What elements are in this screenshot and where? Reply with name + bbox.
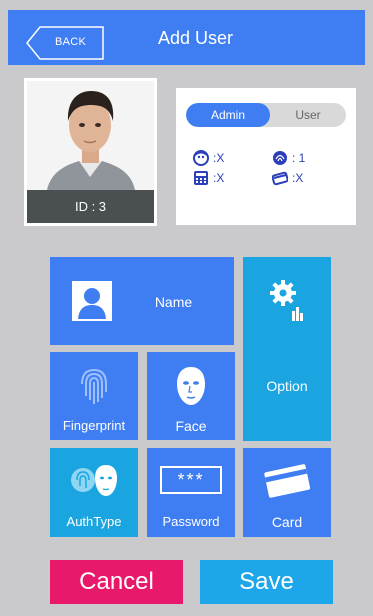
- role-toggle[interactable]: Admin User: [186, 103, 346, 127]
- face-count: :X: [193, 150, 253, 166]
- role-user-option[interactable]: User: [270, 103, 346, 127]
- face-icon: [193, 150, 209, 166]
- option-tile-label: Option: [266, 378, 308, 394]
- role-admin-option[interactable]: Admin: [186, 103, 270, 127]
- settings-gear-icon: [270, 280, 303, 321]
- authtype-tile[interactable]: AuthType: [50, 448, 138, 537]
- save-button[interactable]: Save: [200, 560, 333, 604]
- cancel-button[interactable]: Cancel: [50, 560, 183, 604]
- face-mask-icon: [177, 367, 205, 405]
- user-photo-card[interactable]: ID : 3: [24, 78, 157, 226]
- name-tile[interactable]: Name: [50, 257, 234, 345]
- password-mask-icon: ***: [160, 466, 222, 494]
- face-tile-label: Face: [175, 418, 207, 434]
- password-count: :X: [193, 170, 253, 186]
- option-tile[interactable]: Option: [243, 257, 331, 441]
- page-title: Add User: [158, 28, 234, 48]
- fingerprint-icon: [273, 151, 287, 165]
- back-label: BACK: [55, 36, 87, 48]
- card-tile-label: Card: [271, 514, 303, 530]
- user-id-label: ID : 3: [27, 190, 154, 223]
- user-silhouette-icon: [72, 281, 112, 321]
- name-tile-label: Name: [154, 294, 193, 310]
- keypad-icon: [194, 171, 208, 185]
- fingerprint-tile-label: Fingerprint: [62, 418, 126, 433]
- user-info-panel: Admin User :X : 1 :X:X: [176, 88, 356, 225]
- card-icon: [272, 171, 288, 186]
- add-user-screen: BACK Add User ID : 3 Admin User:X: 1:…: [0, 0, 373, 616]
- fingerprint-tile[interactable]: Fingerprint: [50, 352, 138, 440]
- face-tile[interactable]: Face: [147, 352, 235, 440]
- password-tile-label: Password: [162, 514, 220, 529]
- fingerprint-count: : 1: [272, 150, 332, 166]
- back-button[interactable]: BACK: [26, 26, 104, 60]
- header-bar: BACK Add User: [8, 10, 365, 65]
- user-photo: [27, 81, 154, 190]
- authtype-tile-label: AuthType: [66, 514, 122, 529]
- password-tile[interactable]: *** Password: [147, 448, 235, 537]
- authtype-icon: [71, 465, 117, 496]
- fingerprint-icon: [81, 368, 107, 404]
- card-tile[interactable]: Card: [243, 448, 331, 537]
- card-count: :X: [272, 170, 332, 186]
- card-icon: [264, 464, 311, 498]
